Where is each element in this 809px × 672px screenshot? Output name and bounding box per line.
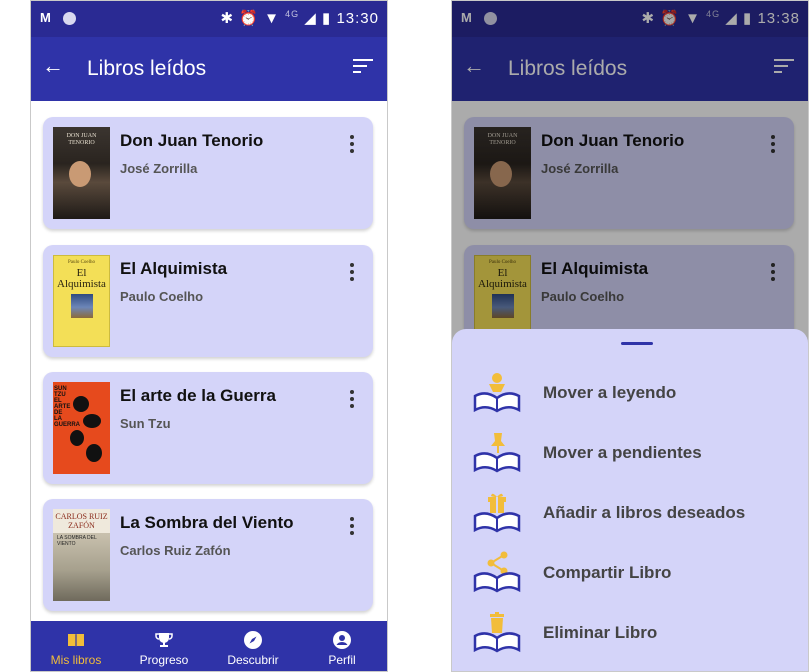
trophy-icon bbox=[154, 630, 174, 650]
phone-screen-list: M ✱ ⏰ ▼ 4G ◢ ▮ 13:30 ← Libros leídos DON… bbox=[30, 0, 388, 672]
bottom-sheet: Mover a leyendo Mover a pendientes Añadi… bbox=[452, 329, 808, 671]
wifi-icon: ▼ bbox=[264, 10, 280, 27]
more-options-icon[interactable] bbox=[349, 390, 355, 410]
more-options-icon[interactable] bbox=[349, 517, 355, 537]
nav-item-descubrir[interactable]: Descubrir bbox=[208, 621, 298, 671]
book-author: Carlos Ruiz Zafón bbox=[120, 543, 231, 558]
cover-author: CARLOS RUIZ ZAFÓN bbox=[53, 509, 110, 533]
more-options-icon[interactable] bbox=[349, 135, 355, 155]
book-cover-image: CARLOS RUIZ ZAFÓN LA SOMBRA DEL VIENTO bbox=[53, 509, 110, 601]
cover-title: El Alquimista bbox=[57, 267, 106, 290]
action-label: Compartir Libro bbox=[543, 563, 672, 582]
network-type: 4G bbox=[285, 9, 300, 19]
cover-author: Paulo Coelho bbox=[67, 260, 96, 265]
book-title: El Alquimista bbox=[120, 259, 228, 278]
book-cover-image: Paulo Coelho El Alquimista bbox=[53, 255, 110, 347]
drag-handle[interactable] bbox=[621, 342, 653, 345]
app-bar: ← Libros leídos bbox=[31, 37, 387, 101]
cover-text: DON JUAN TENORIO bbox=[66, 133, 97, 146]
action-delete-book[interactable]: Eliminar Libro bbox=[452, 607, 808, 657]
book-card[interactable]: SUN TZU EL ARTE DE LA GUERRA El arte de … bbox=[43, 372, 373, 484]
cover-title: LA SOMBRA DEL VIENTO bbox=[57, 535, 97, 547]
book-title: La Sombra del Viento bbox=[120, 513, 294, 532]
gmail-notification-icon: M bbox=[40, 10, 51, 25]
phone-screen-options: M ✱ ⏰ ▼ 4G ◢ ▮ 13:38 ← Libros leídos DON… bbox=[451, 0, 809, 672]
back-arrow-icon[interactable]: ← bbox=[38, 51, 68, 81]
battery-icon: ▮ bbox=[322, 10, 332, 27]
signal-icon: ◢ bbox=[304, 10, 317, 27]
action-share-book[interactable]: Compartir Libro bbox=[452, 547, 808, 597]
action-label: Mover a leyendo bbox=[543, 383, 677, 402]
action-add-to-wishlist[interactable]: Añadir a libros deseados bbox=[452, 487, 808, 537]
cover-text: SUN TZU EL ARTE DE LA GUERRA bbox=[54, 386, 81, 428]
action-label: Añadir a libros deseados bbox=[543, 503, 746, 522]
alarm-icon: ⏰ bbox=[239, 10, 259, 27]
person-icon bbox=[332, 630, 352, 650]
trash-icon bbox=[472, 610, 522, 654]
book-author: Paulo Coelho bbox=[120, 289, 204, 304]
book-author: Sun Tzu bbox=[120, 416, 171, 431]
share-icon bbox=[472, 550, 522, 594]
book-title: Don Juan Tenorio bbox=[120, 131, 264, 150]
status-right: ✱ ⏰ ▼ 4G ◢ ▮ 13:30 bbox=[220, 9, 379, 27]
action-label: Eliminar Libro bbox=[543, 623, 658, 642]
nav-label: Mis libros bbox=[50, 653, 102, 667]
nav-label: Perfil bbox=[328, 653, 356, 667]
book-title: El arte de la Guerra bbox=[120, 386, 276, 405]
nav-item-progreso[interactable]: Progreso bbox=[119, 621, 209, 671]
page-title: Libros leídos bbox=[87, 57, 207, 80]
action-move-to-reading[interactable]: Mover a leyendo bbox=[452, 367, 808, 417]
compass-icon bbox=[243, 630, 263, 650]
bluetooth-icon: ✱ bbox=[220, 10, 235, 27]
status-bar: M ✱ ⏰ ▼ 4G ◢ ▮ 13:30 bbox=[31, 1, 387, 37]
reading-person-icon bbox=[472, 370, 522, 414]
nav-label: Progreso bbox=[139, 653, 189, 667]
pin-icon bbox=[472, 430, 522, 474]
notification-dot-icon bbox=[63, 12, 76, 25]
nav-item-mis-libros[interactable]: Mis libros bbox=[31, 621, 121, 671]
book-card[interactable]: Paulo Coelho El Alquimista El Alquimista… bbox=[43, 245, 373, 357]
book-author: José Zorrilla bbox=[120, 161, 198, 176]
book-cover-image: SUN TZU EL ARTE DE LA GUERRA bbox=[53, 382, 110, 474]
book-card[interactable]: CARLOS RUIZ ZAFÓN LA SOMBRA DEL VIENTO L… bbox=[43, 499, 373, 611]
action-label: Mover a pendientes bbox=[543, 443, 702, 462]
action-move-to-pending[interactable]: Mover a pendientes bbox=[452, 427, 808, 477]
gift-icon bbox=[472, 490, 522, 534]
status-time: 13:30 bbox=[336, 10, 379, 27]
more-options-icon[interactable] bbox=[349, 263, 355, 283]
nav-item-perfil[interactable]: Perfil bbox=[297, 621, 387, 671]
bottom-navigation: Mis libros Progreso Descubrir Perfil bbox=[31, 621, 387, 671]
book-icon bbox=[66, 630, 86, 650]
book-cover-image: DON JUAN TENORIO bbox=[53, 127, 110, 219]
sort-icon[interactable] bbox=[353, 59, 373, 73]
book-card[interactable]: DON JUAN TENORIO Don Juan Tenorio José Z… bbox=[43, 117, 373, 229]
nav-label: Descubrir bbox=[227, 653, 279, 667]
book-list[interactable]: DON JUAN TENORIO Don Juan Tenorio José Z… bbox=[31, 101, 387, 621]
